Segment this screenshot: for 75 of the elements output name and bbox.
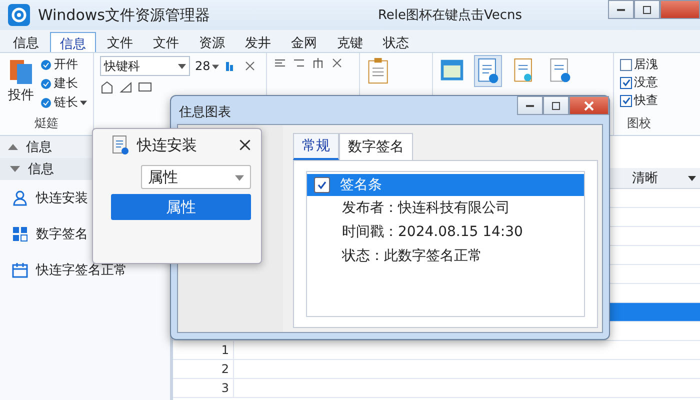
maximize-icon bbox=[642, 4, 652, 14]
checkmark-icon bbox=[317, 180, 327, 190]
minimize-icon bbox=[617, 8, 625, 10]
menu-tab[interactable]: 信息 bbox=[50, 32, 96, 52]
card-icon[interactable] bbox=[138, 80, 152, 94]
size-dropdown[interactable]: 28 bbox=[195, 59, 220, 73]
collapse-triangle-icon bbox=[8, 143, 18, 151]
menu-tab[interactable]: 资源 bbox=[190, 32, 234, 52]
calendar-icon bbox=[12, 262, 28, 278]
house-icon[interactable] bbox=[100, 80, 114, 94]
close-icon[interactable] bbox=[330, 56, 344, 70]
caret-icon bbox=[178, 62, 186, 70]
ribbon-button[interactable]: 建长 bbox=[40, 75, 87, 92]
menu-tab[interactable]: 发井 bbox=[236, 32, 280, 52]
menu-tab[interactable]: 克键 bbox=[328, 32, 372, 52]
close-icon bbox=[239, 139, 251, 151]
column-header[interactable]: 清晰 bbox=[632, 169, 696, 187]
caret-icon bbox=[235, 172, 244, 182]
maximize-icon bbox=[551, 100, 561, 110]
font-dropdown[interactable]: 快键科 bbox=[100, 56, 190, 76]
expand-triangle-icon bbox=[10, 165, 20, 173]
tree-item: 时间戳：2024.08.15 14:30 bbox=[341, 223, 524, 242]
menu-tab[interactable]: 文件 bbox=[144, 32, 188, 52]
minimize-icon bbox=[526, 104, 534, 106]
window-caption: Rele图杯在键点击Vecns bbox=[378, 7, 522, 24]
tree-item: 发布者：快连科技有限公司 bbox=[341, 199, 511, 218]
dialog-tab[interactable]: 常规 bbox=[293, 133, 339, 160]
ribbon-button[interactable]: 开件 bbox=[40, 56, 87, 73]
check-circle-icon bbox=[40, 96, 52, 108]
person-icon bbox=[12, 190, 28, 206]
tool-icon[interactable] bbox=[311, 56, 325, 70]
close-button[interactable] bbox=[239, 139, 251, 151]
ribbon-checkbox[interactable]: 快查 bbox=[620, 92, 658, 109]
grid-icon bbox=[12, 226, 28, 242]
minimize-button[interactable] bbox=[608, 0, 634, 19]
tree-item: 状态：此数字签名正常 bbox=[341, 247, 483, 266]
document-icon[interactable] bbox=[475, 56, 501, 86]
check-circle-icon bbox=[40, 78, 52, 90]
row-number: 1 bbox=[220, 342, 229, 359]
property-dropdown[interactable]: 属性 bbox=[141, 165, 251, 189]
menu-tab[interactable]: 金网 bbox=[282, 32, 326, 52]
group-label: 图校 bbox=[627, 115, 651, 132]
close-icon bbox=[584, 100, 594, 110]
minimize-button[interactable] bbox=[517, 96, 543, 115]
big-button[interactable]: 投件 bbox=[6, 56, 36, 111]
ribbon-checkbox[interactable]: 没意 bbox=[620, 74, 658, 91]
ribbon-button[interactable]: 链长 bbox=[40, 94, 87, 111]
check-circle-icon bbox=[40, 58, 52, 70]
caret-icon bbox=[212, 62, 220, 70]
checkbox[interactable] bbox=[314, 177, 330, 193]
dialog-tab[interactable]: 数字签名 bbox=[339, 133, 413, 160]
group-label: 烶筵 bbox=[34, 115, 58, 132]
caret-icon bbox=[688, 174, 696, 182]
menu-tab[interactable]: 状态 bbox=[374, 32, 418, 52]
app-logo-icon bbox=[8, 4, 30, 26]
window-title: Windows文件资源管理器 bbox=[38, 6, 210, 24]
table-row[interactable]: 1 bbox=[173, 341, 700, 360]
close-button[interactable] bbox=[569, 96, 609, 115]
row-number: 3 bbox=[220, 380, 229, 397]
sidebar-item[interactable]: 快连字签名正常 bbox=[0, 252, 170, 288]
books-icon bbox=[8, 58, 34, 86]
document-icon bbox=[111, 135, 129, 155]
close-icon[interactable] bbox=[243, 59, 258, 73]
row-number: 2 bbox=[220, 361, 229, 378]
ribbon-checkbox[interactable]: 居溾 bbox=[620, 56, 658, 73]
tree-item[interactable]: 签名条 bbox=[307, 174, 584, 196]
maximize-button[interactable] bbox=[543, 96, 569, 115]
menu-tab[interactable]: 文件 bbox=[98, 32, 142, 52]
menu-tab[interactable]: 信息 bbox=[4, 32, 48, 52]
property-button[interactable]: 属性 bbox=[111, 194, 251, 220]
table-row[interactable]: 3 bbox=[173, 379, 700, 398]
dialog-title: 住息图表 bbox=[179, 104, 231, 121]
table-row[interactable]: 2 bbox=[173, 360, 700, 379]
maximize-button[interactable] bbox=[634, 0, 660, 19]
triangle-icon[interactable] bbox=[119, 80, 133, 94]
